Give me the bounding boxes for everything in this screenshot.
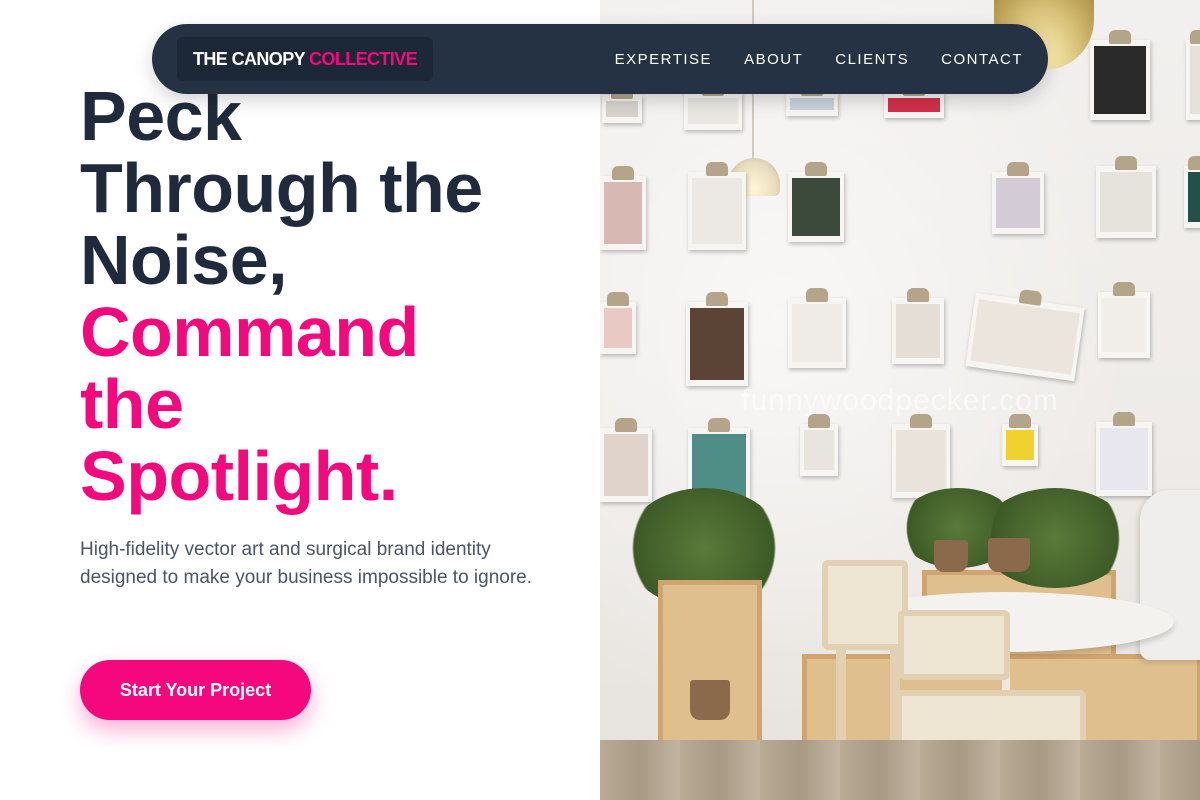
watermark: funnywoodpecker.com — [741, 384, 1059, 417]
nav-link-clients[interactable]: CLIENTS — [835, 51, 909, 68]
magazine-clipboard — [1096, 412, 1152, 496]
magazine-clipboard — [1186, 30, 1200, 120]
magazine-clipboard — [1090, 30, 1150, 120]
headline-accent-line: the — [80, 365, 184, 443]
magazine-clipboard — [1002, 414, 1038, 466]
magazine-clipboard — [600, 418, 652, 502]
headline-accent-line: Spotlight. — [80, 437, 398, 515]
nav-link-about[interactable]: ABOUT — [744, 51, 803, 68]
magazine-clipboard — [892, 414, 950, 498]
logo-accent-text: COLLECTIVE — [309, 48, 418, 69]
magazine-clipboard — [884, 82, 944, 118]
top-navbar: THE CANOPY COLLECTIVE EXPERTISE ABOUT CL… — [152, 24, 1048, 94]
headline-line: Through the — [80, 149, 483, 227]
magazine-clipboard — [786, 82, 838, 116]
magazine-clipboard — [788, 288, 846, 368]
hero-subtext: High-fidelity vector art and surgical br… — [80, 539, 533, 588]
nav-links: EXPERTISE ABOUT CLIENTS CONTACT — [615, 24, 1023, 94]
magazine-clipboard — [1096, 156, 1156, 238]
magazine-clipboard — [992, 162, 1044, 234]
plant-pot — [988, 538, 1030, 572]
nav-link-expertise[interactable]: EXPERTISE — [615, 51, 712, 68]
magazine-clipboard — [602, 85, 642, 123]
magazine-clipboard — [892, 288, 944, 364]
hero-photo: funnywoodpecker.com — [600, 0, 1200, 800]
magazine-clipboard — [600, 292, 636, 354]
magazine-clipboard — [684, 82, 742, 130]
hero-headline: Peck Through the Noise, Command the Spot… — [80, 80, 560, 512]
wooden-chair — [898, 610, 1010, 680]
start-project-button[interactable]: Start Your Project — [80, 660, 311, 720]
brand-logo[interactable]: THE CANOPY COLLECTIVE — [177, 37, 434, 81]
magazine-clipboard — [965, 292, 1085, 382]
headline-line: Noise, — [80, 221, 288, 299]
plant-pot — [934, 540, 968, 572]
magazine-clipboard — [800, 414, 838, 476]
cactus-pot — [690, 680, 730, 720]
chair-leg — [836, 650, 846, 750]
magazine-clipboard — [1184, 156, 1200, 228]
nav-link-contact[interactable]: CONTACT — [941, 51, 1023, 68]
magazine-clipboard — [600, 166, 646, 250]
logo-text: THE CANOPY — [193, 48, 306, 69]
wooden-chair — [822, 560, 908, 650]
magazine-clipboard — [688, 162, 746, 250]
headline-accent-line: Command — [80, 293, 419, 371]
magazine-clipboard — [1098, 282, 1150, 358]
hero-section: Peck Through the Noise, Command the Spot… — [0, 0, 600, 800]
wooden-floor — [600, 740, 1200, 800]
magazine-clipboard — [686, 292, 748, 386]
magazine-clipboard — [788, 162, 844, 242]
